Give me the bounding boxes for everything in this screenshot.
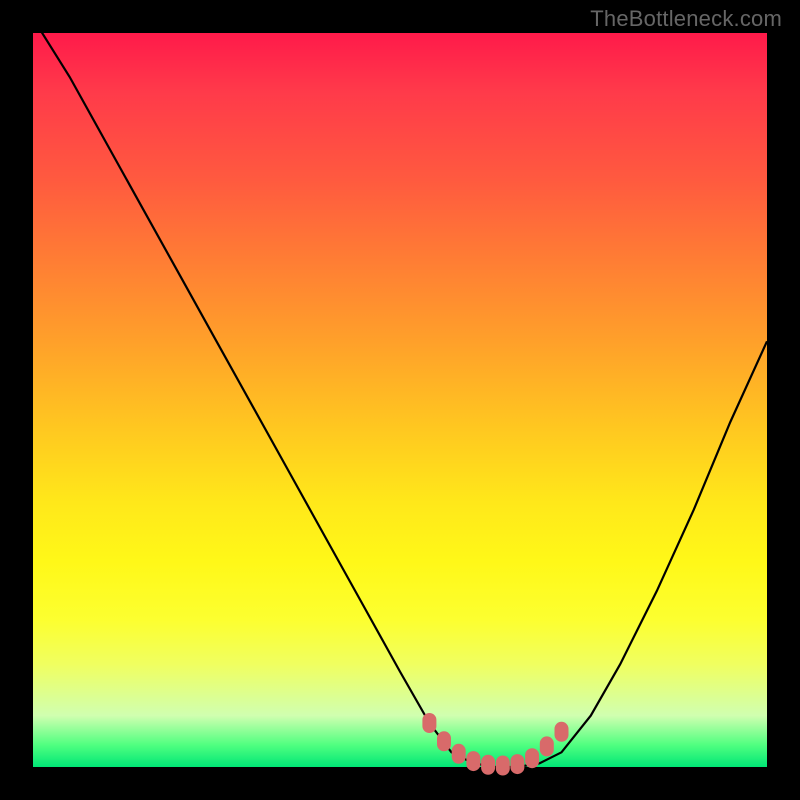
optimal-marker (422, 713, 436, 733)
optimal-marker (540, 736, 554, 756)
optimal-marker (481, 755, 495, 775)
optimal-marker (525, 748, 539, 768)
bottleneck-curve-line (33, 18, 767, 767)
chart-plot-area (33, 33, 767, 767)
optimal-marker (555, 722, 569, 742)
optimal-marker (496, 756, 510, 776)
optimal-marker (437, 731, 451, 751)
optimal-marker (466, 751, 480, 771)
optimal-marker (510, 754, 524, 774)
optimal-marker (452, 744, 466, 764)
bottleneck-curve-svg (33, 33, 767, 767)
watermark-text: TheBottleneck.com (590, 6, 782, 32)
